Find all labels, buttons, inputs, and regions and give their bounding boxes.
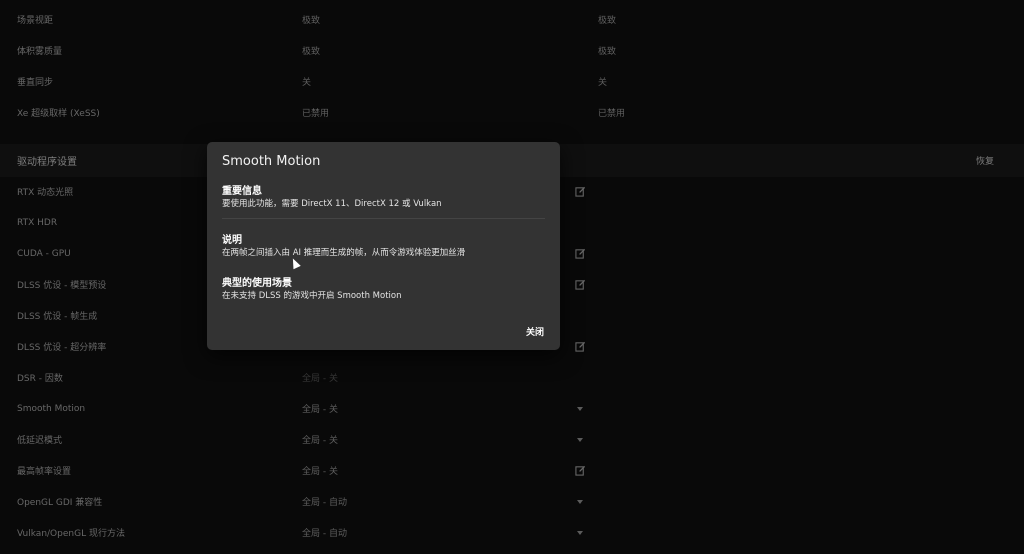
smooth-motion-dialog: Smooth Motion 重要信息 要使用此功能，需要 DirectX 11、… — [207, 142, 560, 350]
important-text: 要使用此功能，需要 DirectX 11、DirectX 12 或 Vulkan — [222, 199, 442, 209]
description-text: 在两帧之间插入由 AI 推理而生成的帧，从而令游戏体验更加丝滑 — [222, 248, 466, 258]
description-heading: 说明 — [222, 235, 242, 246]
usage-text: 在未支持 DLSS 的游戏中开启 Smooth Motion — [222, 291, 402, 301]
important-heading: 重要信息 — [222, 186, 262, 197]
divider — [222, 218, 545, 219]
usage-heading: 典型的使用场景 — [222, 278, 292, 289]
dialog-title: Smooth Motion — [222, 154, 321, 169]
close-button[interactable]: 关闭 — [526, 325, 544, 338]
